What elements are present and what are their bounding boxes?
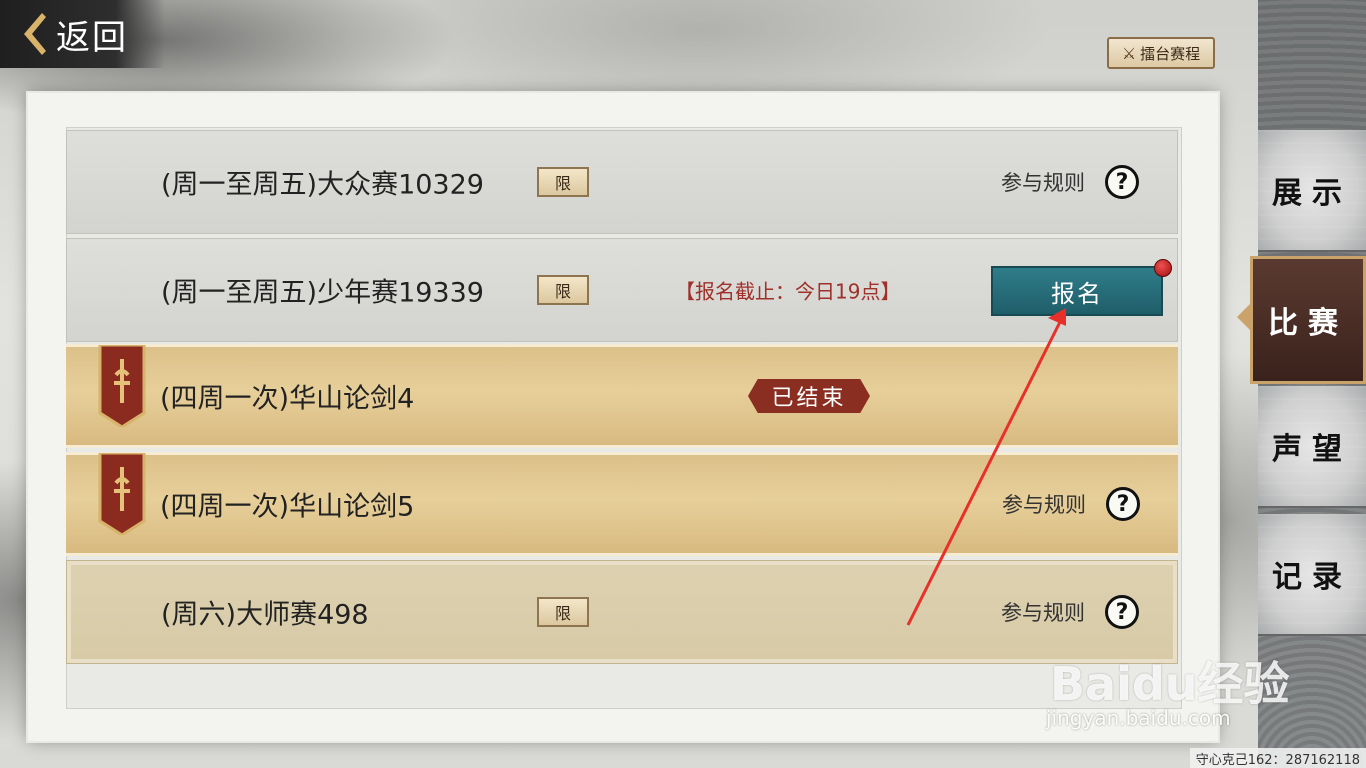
chevron-left-icon bbox=[24, 13, 46, 55]
tab-records[interactable]: 记录 bbox=[1258, 514, 1366, 636]
limit-badge: 限 bbox=[537, 275, 589, 305]
notification-dot-icon bbox=[1154, 259, 1172, 277]
signup-label: 报名 bbox=[1051, 279, 1103, 308]
signup-button[interactable]: 报名 bbox=[991, 266, 1163, 316]
back-button[interactable]: 返回 bbox=[0, 0, 165, 68]
tab-display[interactable]: 展示 bbox=[1258, 130, 1366, 252]
ended-status-badge: 已结束 bbox=[748, 379, 870, 413]
competition-title: (四周一次)华山论剑5 bbox=[160, 491, 415, 523]
competition-title: (周一至周五)大众赛10329 bbox=[161, 169, 484, 201]
tab-label: 比赛 bbox=[1268, 306, 1348, 341]
competition-title: (周一至周五)少年赛19339 bbox=[161, 277, 484, 309]
schedule-label: 擂台赛程 bbox=[1140, 44, 1201, 63]
tab-label: 记录 bbox=[1272, 560, 1352, 595]
back-label: 返回 bbox=[56, 17, 128, 58]
crossed-swords-icon: ⚔ bbox=[1121, 43, 1137, 63]
rules-label[interactable]: 参与规则 bbox=[1002, 489, 1086, 519]
competition-title: (四周一次)华山论剑4 bbox=[160, 383, 415, 415]
help-icon[interactable]: ? bbox=[1105, 595, 1139, 629]
competition-row-youth[interactable]: (周一至周五)少年赛19339 限 【报名截止：今日19点】 报名 bbox=[66, 238, 1178, 342]
help-icon[interactable]: ? bbox=[1105, 165, 1139, 199]
player-info: 守心克己162：287162118 bbox=[1189, 748, 1366, 768]
tab-label: 展示 bbox=[1272, 176, 1352, 211]
tab-competition[interactable]: 比赛 bbox=[1237, 256, 1366, 384]
chevron-left-icon bbox=[1237, 301, 1253, 333]
tab-label: 声望 bbox=[1272, 432, 1352, 467]
competition-title: (周六)大师赛498 bbox=[161, 599, 369, 631]
tab-reputation[interactable]: 声望 bbox=[1258, 386, 1366, 508]
watermark-brand: Baidu经验 bbox=[1050, 657, 1290, 711]
rules-label[interactable]: 参与规则 bbox=[1001, 167, 1085, 197]
competition-row-public[interactable]: (周一至周五)大众赛10329 限 参与规则 ? bbox=[66, 130, 1178, 234]
sword-banner-icon bbox=[98, 453, 146, 535]
schedule-button[interactable]: ⚔ 擂台赛程 bbox=[1107, 37, 1215, 69]
signup-deadline: 【报名截止：今日19点】 bbox=[675, 279, 901, 304]
competition-row-master[interactable]: (周六)大师赛498 限 参与规则 ? bbox=[66, 560, 1178, 664]
sword-banner-icon bbox=[98, 345, 146, 427]
competition-row-huashan-5[interactable]: (四周一次)华山论剑5 参与规则 ? bbox=[66, 452, 1178, 556]
competition-row-huashan-4[interactable]: (四周一次)华山论剑4 已结束 bbox=[66, 344, 1178, 448]
rules-label[interactable]: 参与规则 bbox=[1001, 597, 1085, 627]
help-icon[interactable]: ? bbox=[1106, 487, 1140, 521]
watermark-url: jingyan.baidu.com bbox=[1046, 706, 1231, 730]
limit-badge: 限 bbox=[537, 167, 589, 197]
limit-badge: 限 bbox=[537, 597, 589, 627]
